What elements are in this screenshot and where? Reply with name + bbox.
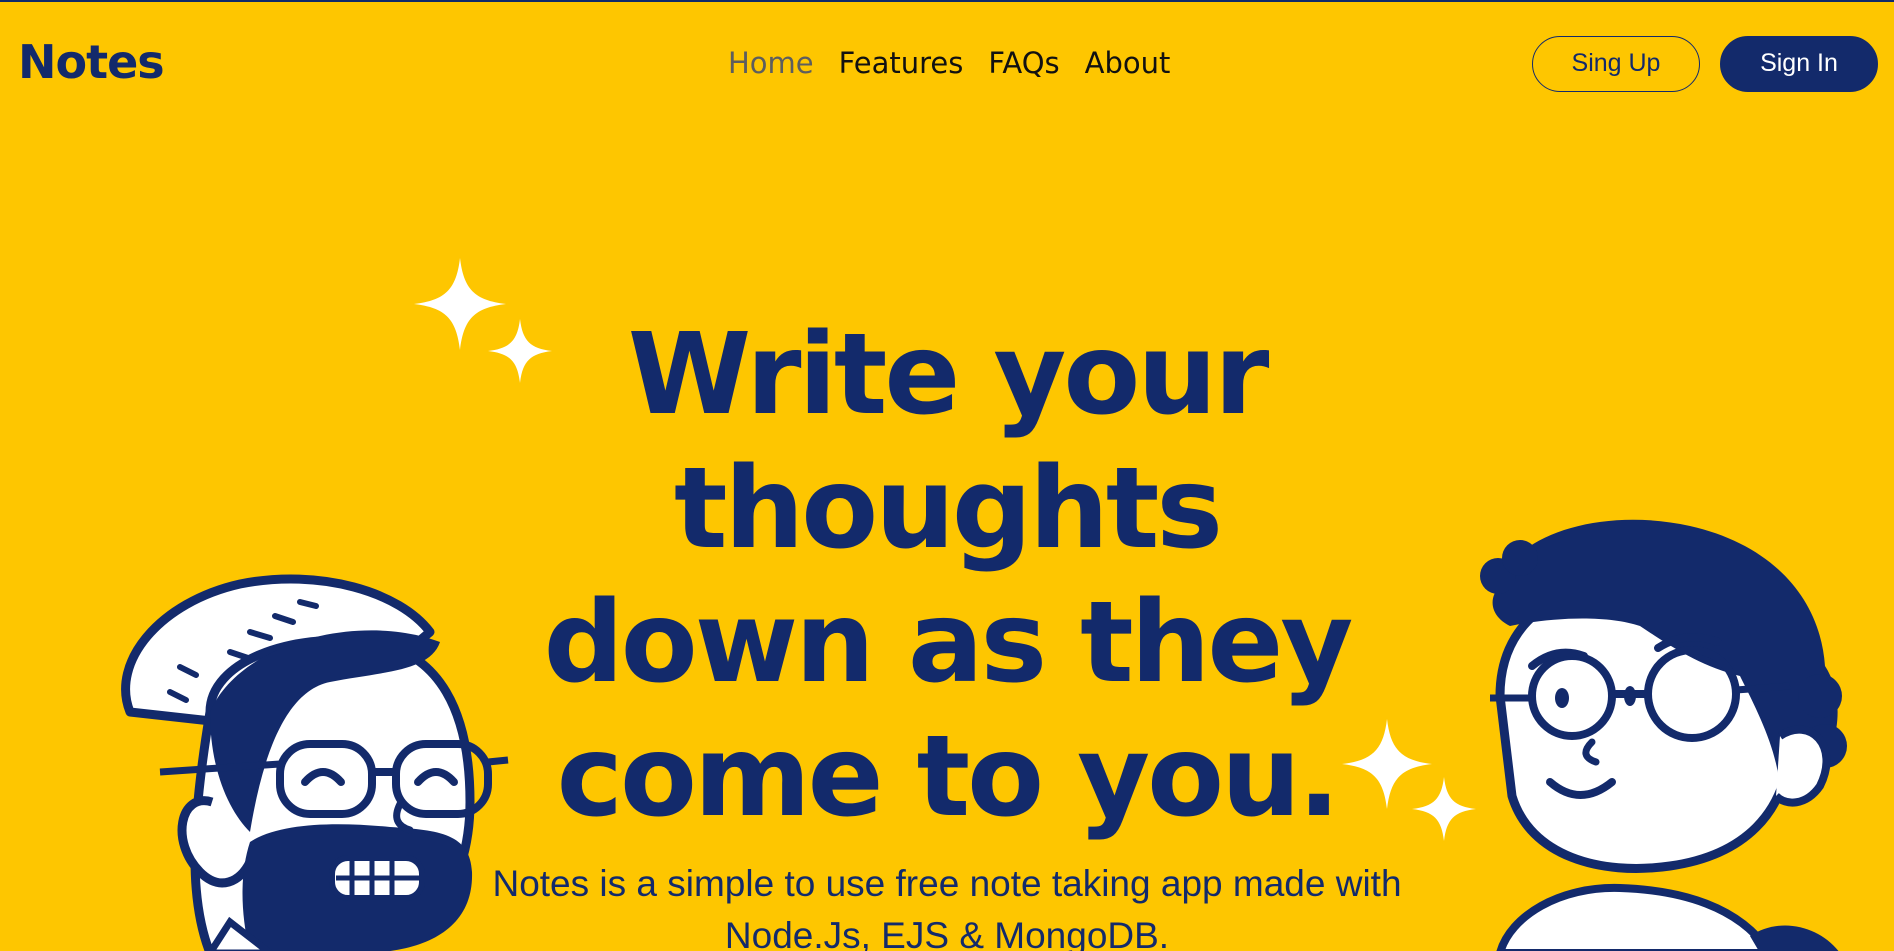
hero-title-line: thoughts [673, 444, 1223, 574]
signup-button[interactable]: Sing Up [1532, 36, 1700, 92]
curly-hair-person-illustration [1480, 519, 1847, 951]
nav-item-features[interactable]: Features [839, 46, 964, 80]
logo[interactable]: Notes [18, 34, 165, 90]
nav-item-home[interactable]: Home [728, 46, 814, 80]
landing-page: Notes Home Features FAQs About Sing Up S… [0, 2, 1894, 951]
signin-button[interactable]: Sign In [1720, 36, 1878, 92]
nav-item-about[interactable]: About [1085, 46, 1171, 80]
hero-title-line: down as they [543, 578, 1354, 708]
hero-title-line: Write your [627, 310, 1270, 440]
hero-title: Write your thoughts down as they come to… [440, 308, 1454, 844]
hero-description: Notes is a simple to use free note takin… [492, 863, 1402, 951]
main-nav: Home Features FAQs About [728, 46, 1170, 80]
nav-item-faqs[interactable]: FAQs [988, 46, 1059, 80]
hero-title-line: come to you. [556, 712, 1341, 842]
